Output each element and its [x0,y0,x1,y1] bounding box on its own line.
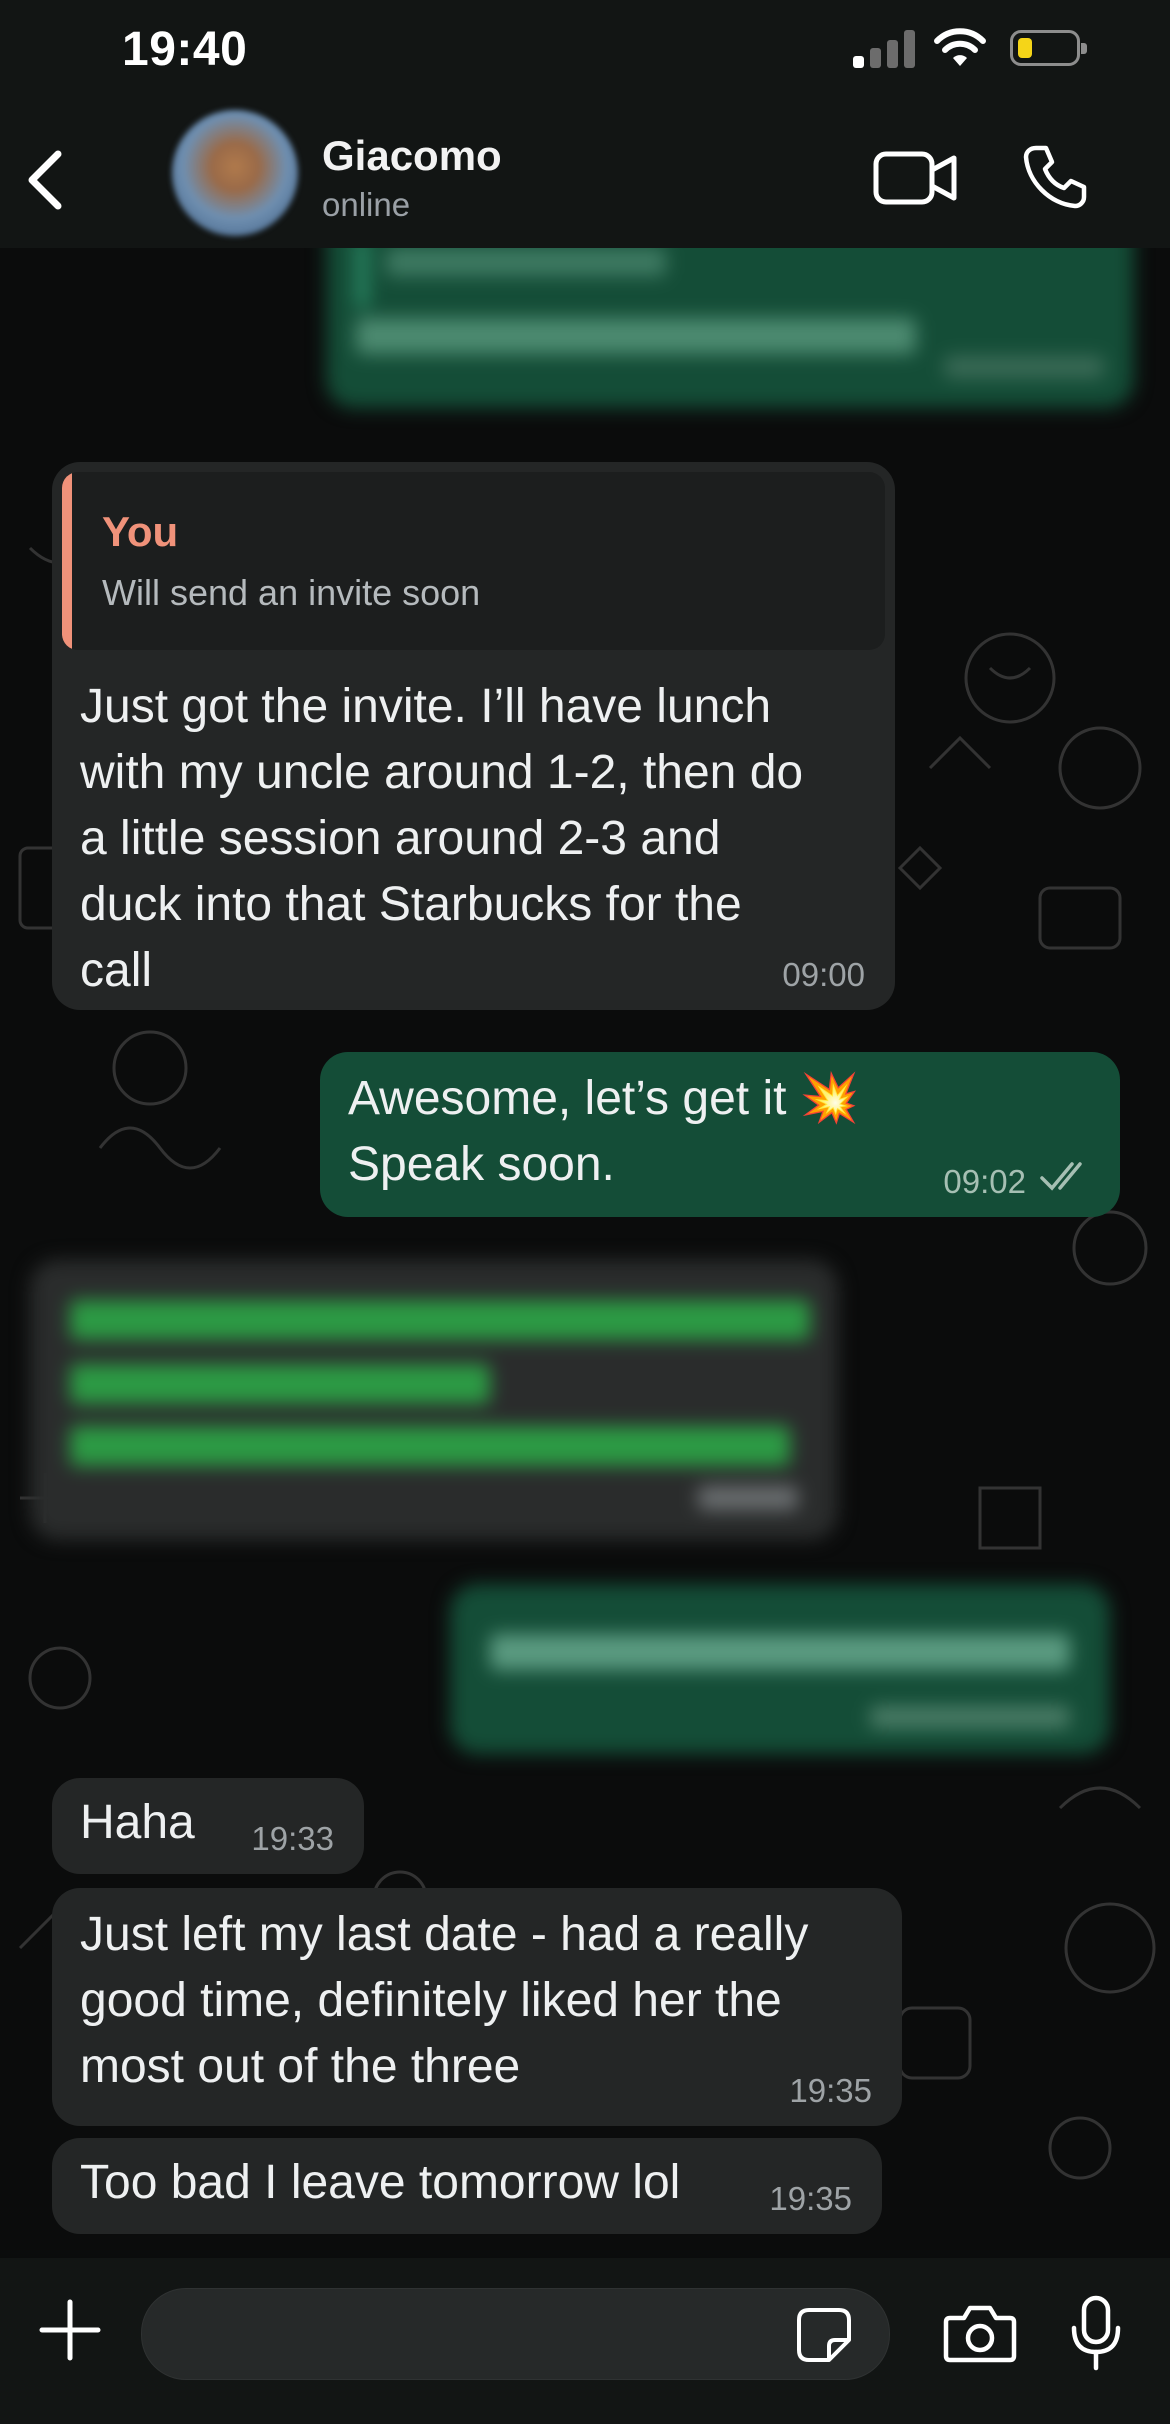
quote-author: You [102,508,179,555]
message-time: 19:35 [769,2180,852,2217]
incoming-message[interactable]: Just left my last date - had a really go… [52,1888,902,2126]
blurred-message [30,1260,838,1540]
wifi-icon [934,28,986,73]
quote-text: Will send an invite soon [102,572,481,613]
incoming-message[interactable]: Haha 19:33 [52,1778,364,1874]
battery-icon [1010,30,1087,66]
contact-avatar[interactable] [172,110,298,236]
message-time: 09:00 [782,956,865,993]
cellular-signal-icon [853,30,915,68]
outgoing-message[interactable]: Awesome, let’s get it 💥 Speak soon. 09:0… [320,1052,1120,1217]
blurred-message [326,248,1134,408]
message-text: Just left my last date - had a really go… [80,1908,809,2093]
status-bar: 19:40 [0,0,1170,100]
status-time: 19:40 [122,23,248,76]
chat-header: Giacomo online [0,100,1170,248]
message-text: Haha [80,1796,195,1849]
message-input[interactable] [141,2288,890,2380]
microphone-icon[interactable] [1070,2294,1122,2377]
message-text: Just got the invite. I’ll have lunch wit… [80,680,804,997]
sticker-icon[interactable] [795,2306,853,2369]
back-chevron-icon[interactable] [20,148,70,217]
message-time: 09:02 [943,1163,1026,1200]
incoming-message[interactable]: Too bad I leave tomorrow lol 19:35 [52,2138,882,2234]
message-composer [0,2258,1170,2424]
plus-icon[interactable] [38,2298,102,2367]
message-time: 19:35 [789,2072,872,2109]
blurred-message [450,1584,1110,1754]
camera-icon[interactable] [942,2302,1018,2369]
quoted-reply[interactable]: You Will send an invite soon [62,472,885,650]
quote-accent-bar [62,472,72,650]
message-time: 19:33 [251,1820,334,1857]
read-receipt-icon [1040,1160,1092,1199]
chat-area[interactable]: You Will send an invite soon Just got th… [0,248,1170,2258]
message-text: Too bad I leave tomorrow lol [80,2156,681,2209]
video-call-icon[interactable] [872,150,958,211]
contact-status: online [322,186,411,223]
incoming-message[interactable]: You Will send an invite soon Just got th… [52,462,895,1010]
contact-name[interactable]: Giacomo [322,132,502,180]
phone-icon[interactable] [1022,144,1088,215]
